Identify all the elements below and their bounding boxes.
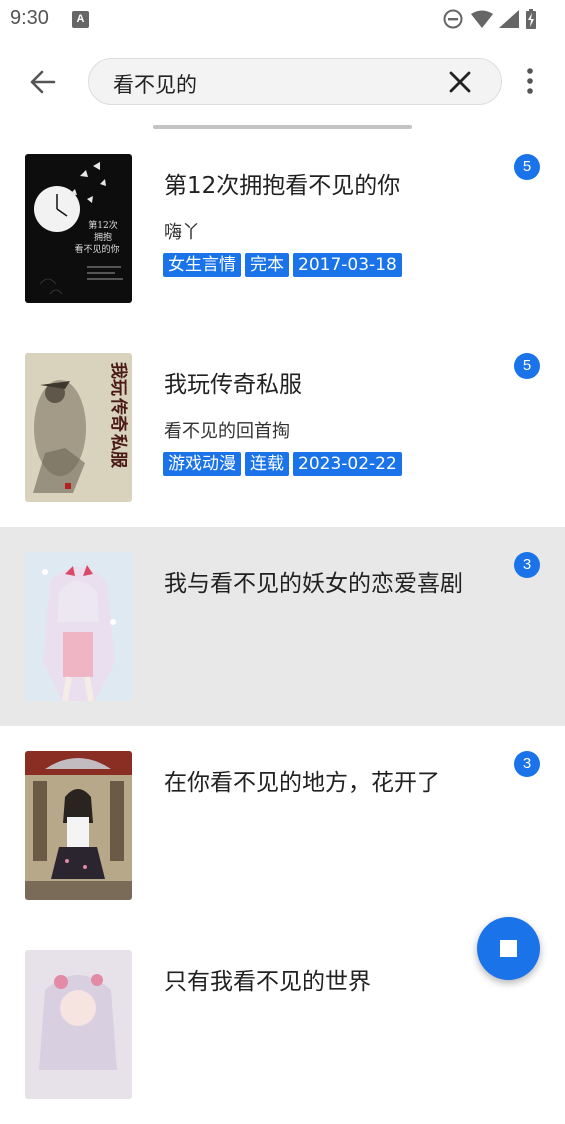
cover-art-5 <box>25 950 132 1099</box>
cover-text-line: 私服 <box>108 434 128 469</box>
status-bar: 9:30 A <box>0 0 565 40</box>
wifi-icon <box>471 10 493 28</box>
book-tags: 游戏动漫 连载 2023-02-22 <box>163 452 406 478</box>
book-title: 我与看不见的妖女的恋爱喜剧 <box>164 571 463 597</box>
cover-text-line: 传奇 <box>108 397 129 432</box>
book-title: 第12次拥抱看不见的你 <box>164 173 401 199</box>
source-count-badge: 3 <box>514 751 540 777</box>
result-item[interactable]: 第12次 拥抱 看不见的你 第12次拥抱看不见的你 嗨丫 女生言情 完本 2017-… <box>0 129 565 328</box>
status-tag: 完本 <box>245 253 289 277</box>
battery-icon <box>526 9 536 29</box>
notification-a-icon: A <box>72 11 89 28</box>
status-time: 9:30 <box>10 7 49 29</box>
search-results-list: 第12次 拥抱 看不见的你 第12次拥抱看不见的你 嗨丫 女生言情 完本 2017-… <box>0 129 565 1099</box>
cover-text-line: 看不见的你 <box>74 243 119 255</box>
more-vert-icon <box>527 68 533 94</box>
book-author: 看不见的回首掏 <box>164 421 290 442</box>
source-count-badge: 5 <box>514 353 540 379</box>
book-cover <box>25 950 132 1099</box>
arrow-back-icon <box>30 70 56 94</box>
search-input-text[interactable]: 看不见的 <box>113 69 197 99</box>
app-toolbar: 看不见的 <box>0 40 565 126</box>
close-icon <box>449 71 471 93</box>
stop-icon <box>500 940 517 957</box>
book-cover: 我玩 传奇 私服 <box>25 353 132 502</box>
status-icons <box>443 9 536 29</box>
clear-search-button[interactable] <box>447 69 473 95</box>
result-item[interactable]: 我与看不见的妖女的恋爱喜剧 3 <box>0 527 565 726</box>
cover-art-3 <box>25 552 132 701</box>
date-tag: 2017-03-18 <box>293 253 402 277</box>
date-tag: 2023-02-22 <box>293 452 402 476</box>
stop-fab-button[interactable] <box>477 917 540 980</box>
cover-text-line: 拥抱 <box>94 231 112 243</box>
book-author: 嗨丫 <box>164 222 200 243</box>
back-button[interactable] <box>22 64 66 100</box>
book-cover: 第12次 拥抱 看不见的你 <box>25 154 132 303</box>
book-tags: 女生言情 完本 2017-03-18 <box>163 253 406 279</box>
source-count-badge: 3 <box>514 552 540 578</box>
book-cover <box>25 751 132 900</box>
cover-art-1: 第12次 拥抱 看不见的你 <box>25 154 132 303</box>
cover-text-line: 第12次 <box>88 219 117 231</box>
result-item[interactable]: 在你看不见的地方，花开了 3 <box>0 726 565 925</box>
result-item[interactable]: 我玩 传奇 私服 我玩传奇私服 看不见的回首掏 游戏动漫 连载 2023-02-22… <box>0 328 565 527</box>
cover-text-line: 我玩 <box>108 362 128 396</box>
source-count-badge: 5 <box>514 154 540 180</box>
book-cover <box>25 552 132 701</box>
more-options-button[interactable] <box>520 66 540 96</box>
search-field[interactable]: 看不见的 <box>88 58 502 105</box>
dnd-icon <box>443 9 463 29</box>
cell-signal-icon <box>499 10 519 28</box>
category-tag: 女生言情 <box>163 253 241 277</box>
category-tag: 游戏动漫 <box>163 452 241 476</box>
book-title: 只有我看不见的世界 <box>164 969 371 995</box>
book-title: 我玩传奇私服 <box>164 372 302 398</box>
cover-art-4 <box>25 751 132 900</box>
cover-art-2: 我玩 传奇 私服 <box>25 353 132 502</box>
book-title: 在你看不见的地方，花开了 <box>164 770 440 796</box>
status-tag: 连载 <box>245 452 289 476</box>
